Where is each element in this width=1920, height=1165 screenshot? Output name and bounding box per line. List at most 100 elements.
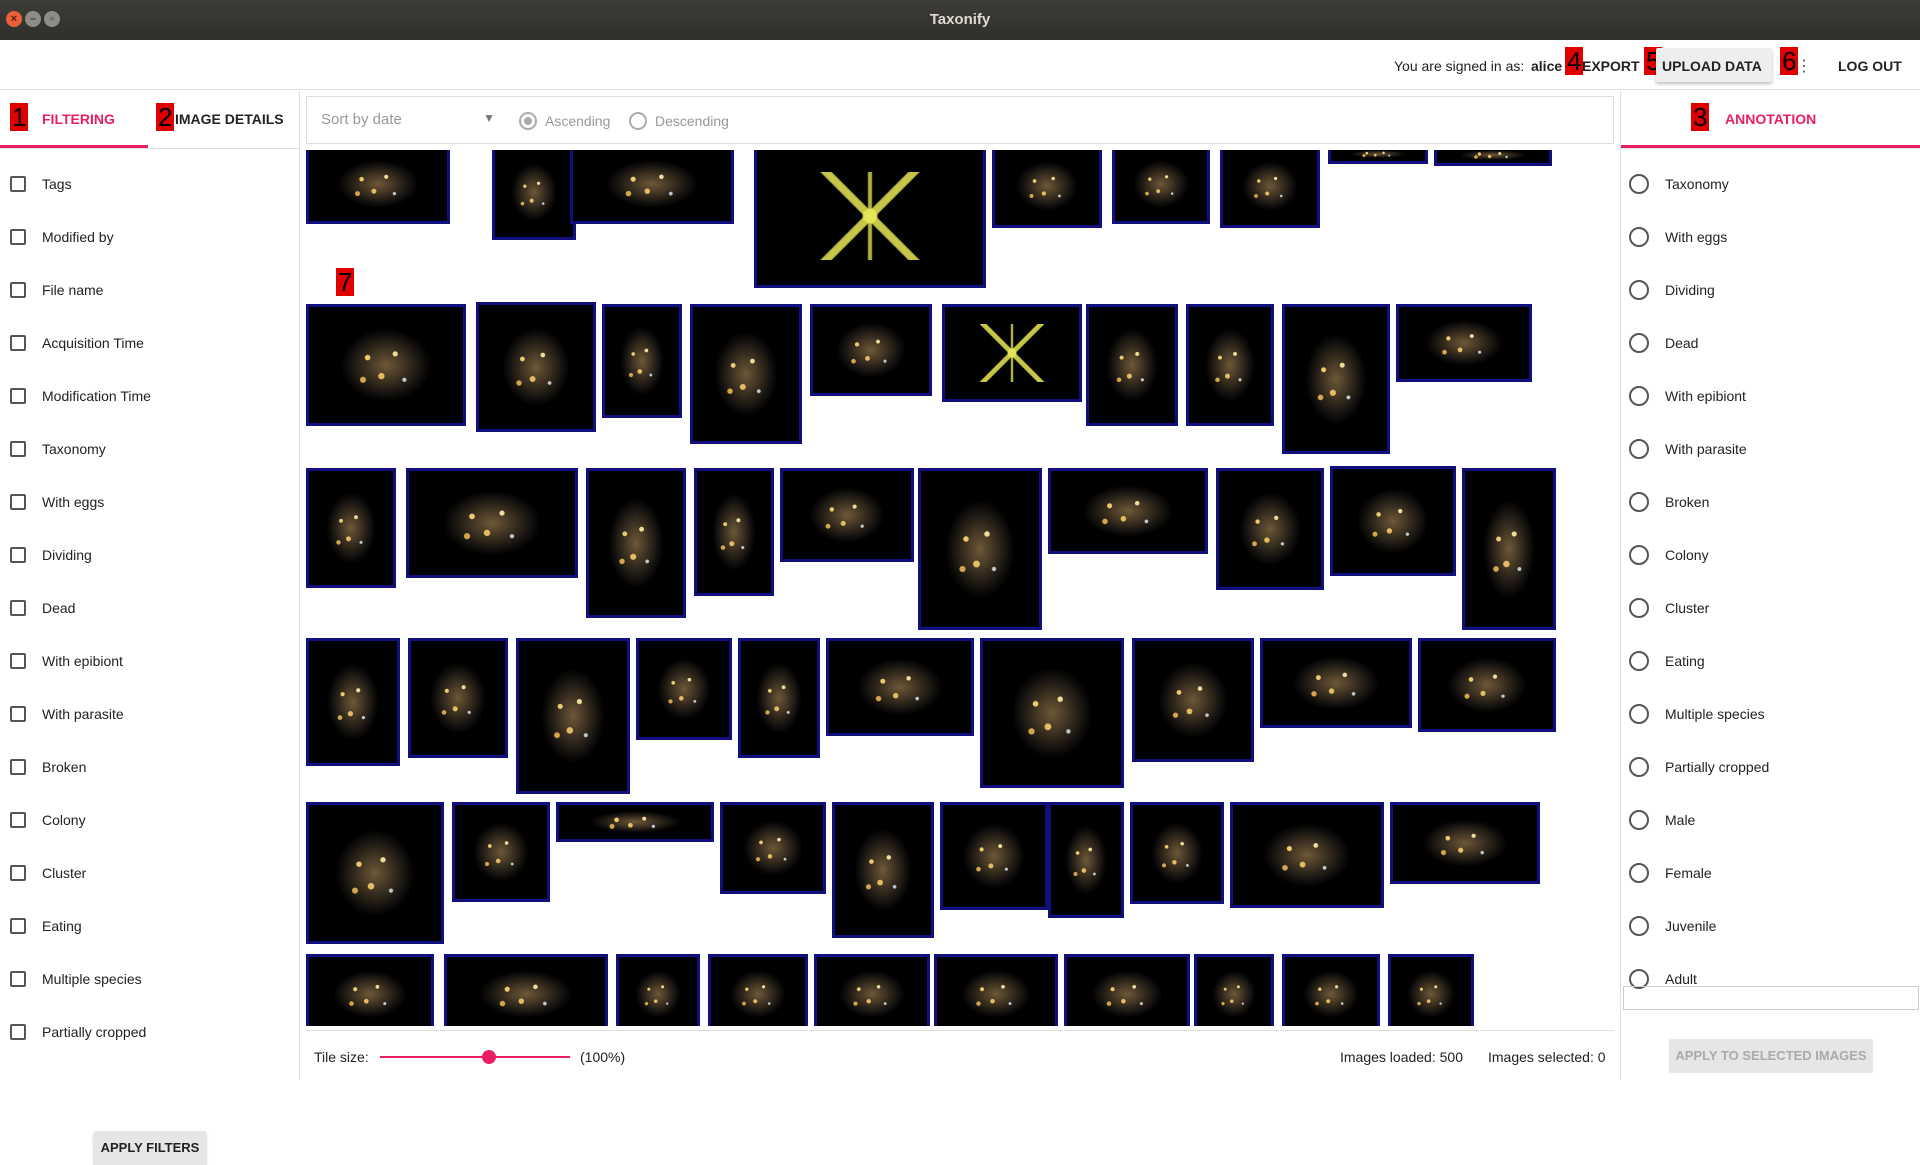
image-tile[interactable] <box>980 638 1124 788</box>
image-tile[interactable] <box>452 802 550 902</box>
checkbox-icon[interactable] <box>10 1024 26 1040</box>
checkbox-icon[interactable] <box>10 176 26 192</box>
image-tile[interactable] <box>1132 638 1254 762</box>
image-tile[interactable] <box>1048 802 1124 918</box>
image-tile[interactable] <box>1230 802 1384 908</box>
image-tile[interactable] <box>1282 954 1380 1026</box>
radio-icon[interactable] <box>1629 651 1649 671</box>
filter-item[interactable]: Partially cropped <box>10 1020 146 1044</box>
logout-button[interactable]: LOG OUT <box>1838 58 1902 74</box>
annotation-option[interactable]: Eating <box>1629 649 1705 673</box>
annotation-option[interactable]: Dead <box>1629 331 1698 355</box>
filter-item[interactable]: File name <box>10 278 103 302</box>
image-tile[interactable] <box>1220 150 1320 228</box>
radio-icon[interactable] <box>1629 545 1649 565</box>
image-tile[interactable] <box>1130 802 1224 904</box>
checkbox-icon[interactable] <box>10 335 26 351</box>
radio-icon[interactable] <box>1629 333 1649 353</box>
filter-item[interactable]: Acquisition Time <box>10 331 144 355</box>
apply-to-selected-button[interactable]: APPLY TO SELECTED IMAGES <box>1669 1039 1873 1073</box>
annotation-option[interactable]: Male <box>1629 808 1695 832</box>
image-tile[interactable] <box>708 954 808 1026</box>
image-tile[interactable] <box>780 468 914 562</box>
image-tile[interactable] <box>940 802 1048 910</box>
image-tile[interactable] <box>306 638 400 766</box>
image-tile[interactable] <box>918 468 1042 630</box>
radio-icon[interactable] <box>1629 280 1649 300</box>
radio-icon[interactable] <box>1629 174 1649 194</box>
image-tile[interactable] <box>1328 150 1428 164</box>
image-tile[interactable] <box>738 638 820 758</box>
checkbox-icon[interactable] <box>10 812 26 828</box>
tab-image-details[interactable]: IMAGE DETAILS <box>175 111 284 127</box>
descending-radio[interactable]: Descending <box>629 112 729 130</box>
annotation-option[interactable]: Taxonomy <box>1629 172 1729 196</box>
radio-icon[interactable] <box>1629 863 1649 883</box>
image-tile[interactable] <box>720 802 826 894</box>
tile-size-slider[interactable] <box>380 1050 570 1064</box>
image-tile[interactable] <box>616 954 700 1026</box>
checkbox-icon[interactable] <box>10 971 26 987</box>
checkbox-icon[interactable] <box>10 388 26 404</box>
annotation-option[interactable]: Partially cropped <box>1629 755 1769 779</box>
image-tile[interactable] <box>1086 304 1178 426</box>
image-tile[interactable] <box>1434 150 1552 166</box>
image-tile[interactable] <box>408 638 508 758</box>
checkbox-icon[interactable] <box>10 229 26 245</box>
image-tile[interactable] <box>754 150 986 288</box>
filter-item[interactable]: Dividing <box>10 543 92 567</box>
filter-item[interactable]: With epibiont <box>10 649 123 673</box>
checkbox-icon[interactable] <box>10 282 26 298</box>
radio-icon[interactable] <box>1629 598 1649 618</box>
annotation-option[interactable]: Juvenile <box>1629 914 1716 938</box>
checkbox-icon[interactable] <box>10 441 26 457</box>
image-tile[interactable] <box>306 468 396 588</box>
image-tile[interactable] <box>556 802 714 842</box>
filter-item[interactable]: With parasite <box>10 702 124 726</box>
filter-item[interactable]: Cluster <box>10 861 86 885</box>
checkbox-icon[interactable] <box>10 600 26 616</box>
checkbox-icon[interactable] <box>10 918 26 934</box>
filter-item[interactable]: Colony <box>10 808 86 832</box>
image-tile[interactable] <box>306 954 434 1026</box>
image-tile[interactable] <box>476 302 596 432</box>
image-tile[interactable] <box>1112 150 1210 224</box>
image-tile[interactable] <box>306 802 444 944</box>
checkbox-icon[interactable] <box>10 547 26 563</box>
image-grid[interactable]: 7 <box>306 150 1614 1026</box>
annotation-option[interactable]: Female <box>1629 861 1712 885</box>
filter-item[interactable]: Dead <box>10 596 75 620</box>
annotation-option[interactable]: With epibiont <box>1629 384 1746 408</box>
image-tile[interactable] <box>586 468 686 618</box>
image-tile[interactable] <box>1186 304 1274 426</box>
export-button[interactable]: EXPORT <box>1582 58 1640 74</box>
image-tile[interactable] <box>1282 304 1390 454</box>
image-tile[interactable] <box>1396 304 1532 382</box>
filter-item[interactable]: Broken <box>10 755 86 779</box>
filter-item[interactable]: Multiple species <box>10 967 142 991</box>
slider-knob[interactable] <box>482 1050 496 1064</box>
filter-item[interactable]: With eggs <box>10 490 104 514</box>
filter-item[interactable]: Modified by <box>10 225 114 249</box>
image-tile[interactable] <box>832 802 934 938</box>
more-vert-icon[interactable]: ⋮ <box>1796 56 1812 76</box>
checkbox-icon[interactable] <box>10 653 26 669</box>
image-tile[interactable] <box>826 638 974 736</box>
image-tile[interactable] <box>406 468 578 578</box>
image-tile[interactable] <box>444 954 608 1026</box>
tab-filtering[interactable]: FILTERING <box>42 111 115 127</box>
image-tile[interactable] <box>492 150 576 240</box>
annotation-option[interactable]: With parasite <box>1629 437 1747 461</box>
annotation-option[interactable]: Broken <box>1629 490 1709 514</box>
image-tile[interactable] <box>1330 466 1456 576</box>
apply-filters-button[interactable]: APPLY FILTERS <box>94 1131 206 1165</box>
radio-icon[interactable] <box>1629 757 1649 777</box>
ascending-radio[interactable]: Ascending <box>519 112 610 130</box>
image-tile[interactable] <box>1418 638 1556 732</box>
image-tile[interactable] <box>1388 954 1474 1026</box>
radio-icon[interactable] <box>1629 227 1649 247</box>
image-tile[interactable] <box>1064 954 1190 1026</box>
image-tile[interactable] <box>306 304 466 426</box>
radio-icon[interactable] <box>1629 916 1649 936</box>
image-tile[interactable] <box>636 638 732 740</box>
